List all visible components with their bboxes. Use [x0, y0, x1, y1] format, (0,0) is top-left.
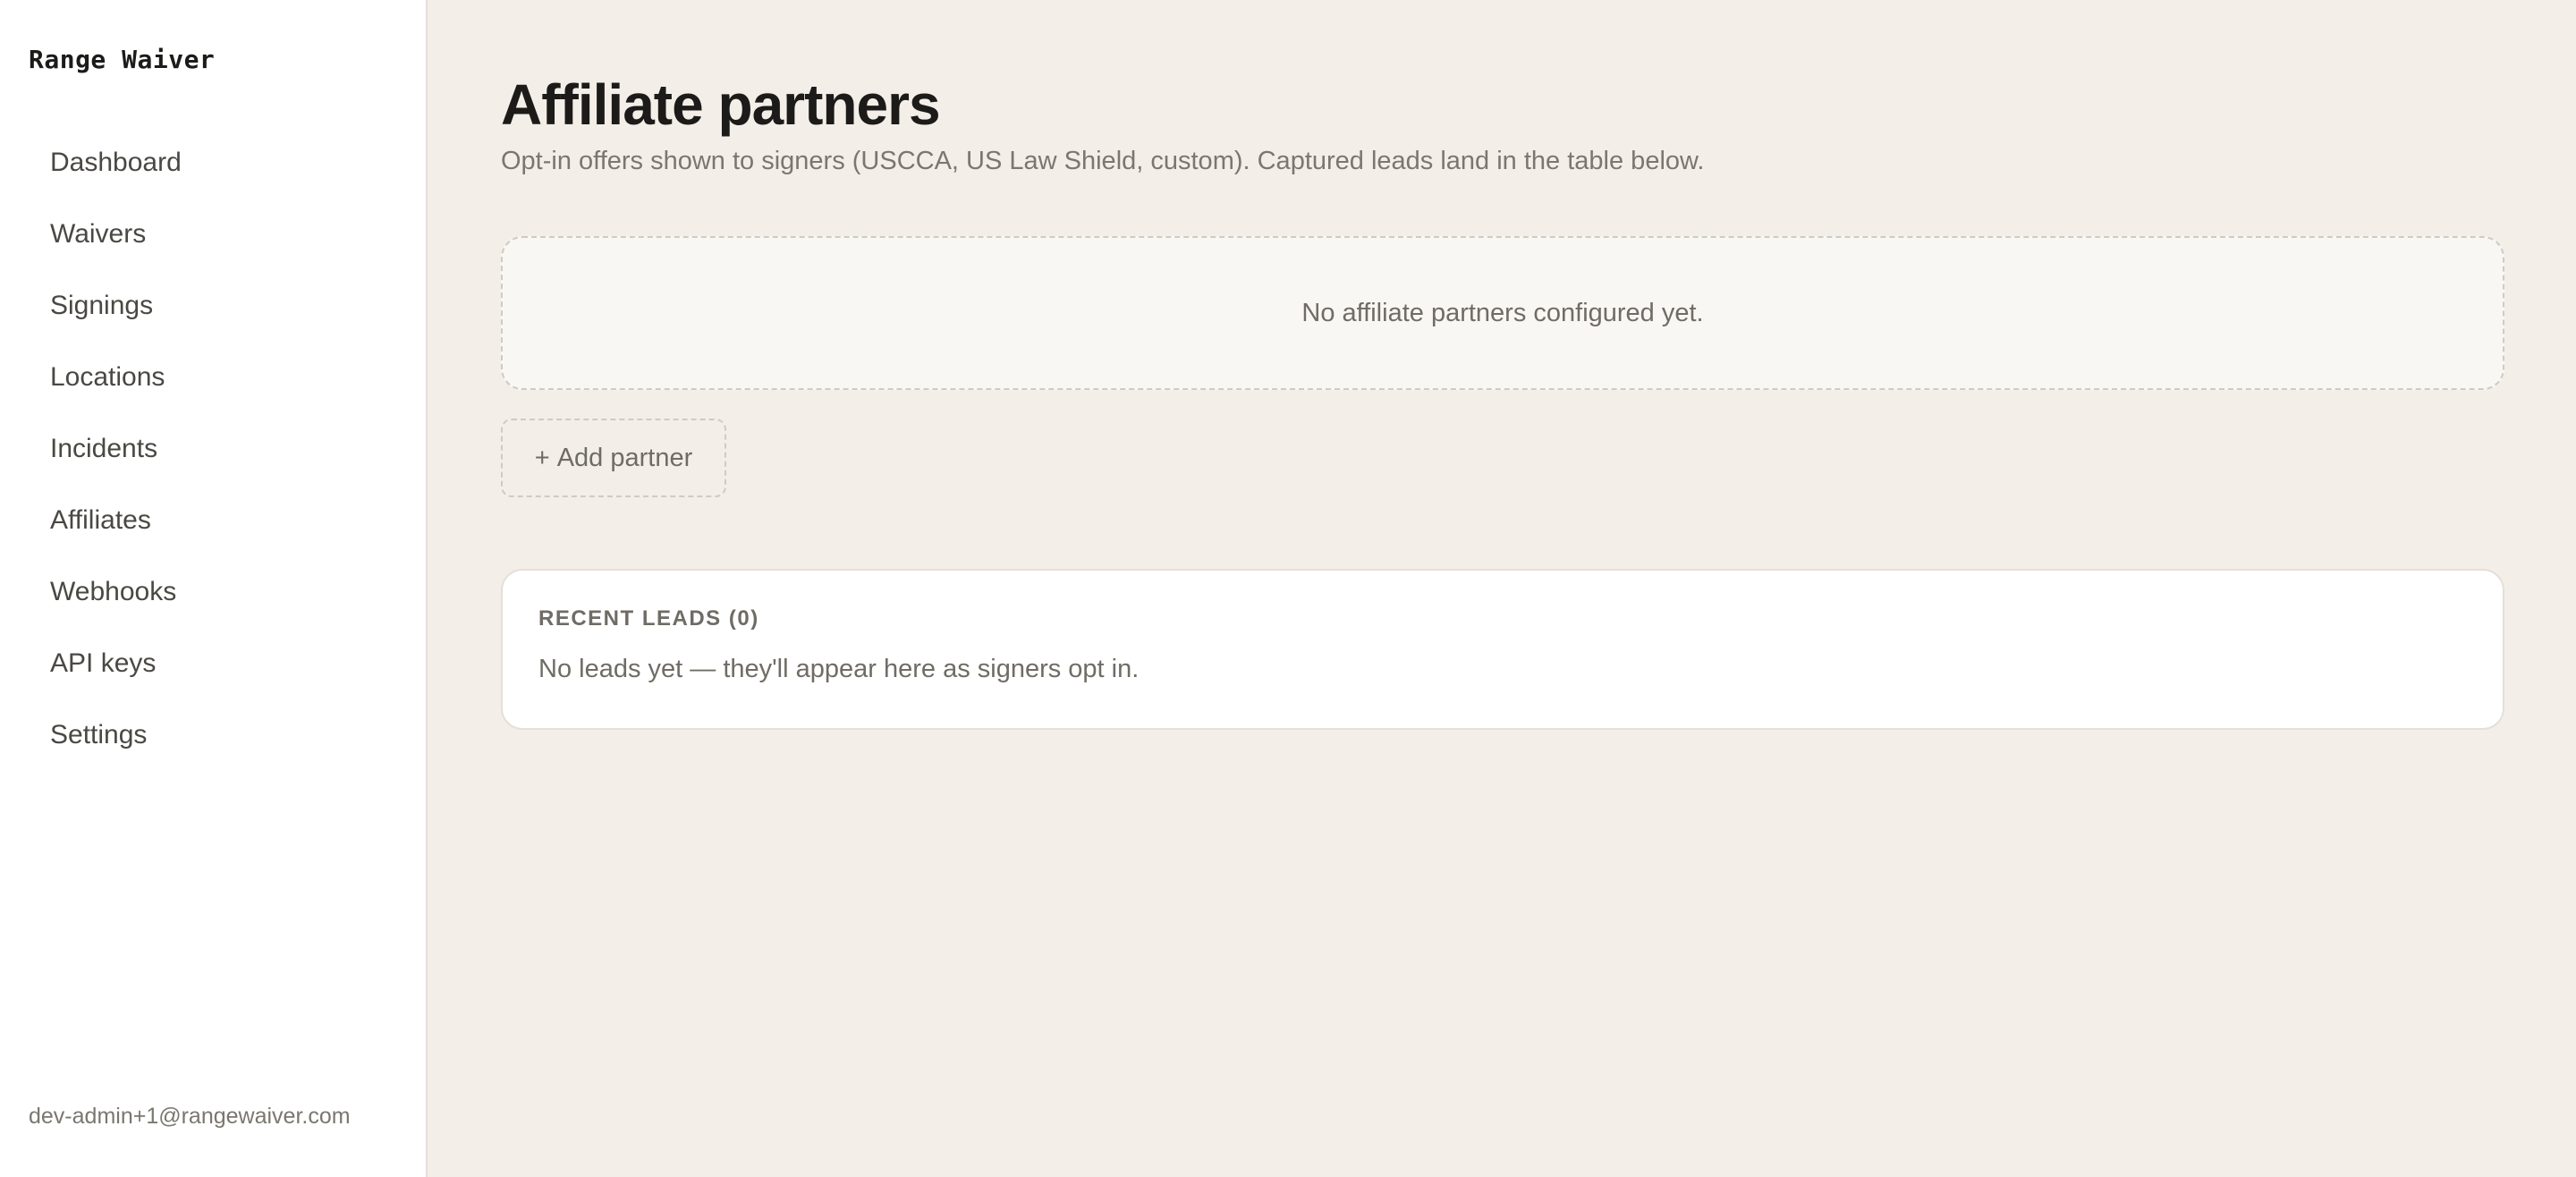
brand-logo[interactable]: Range Waiver	[29, 45, 215, 74]
user-email: dev-admin+1@rangewaiver.com	[29, 1104, 351, 1129]
sidebar: Range Waiver Dashboard Waivers Signings …	[0, 0, 428, 1177]
main-content: Affiliate partners Opt-in offers shown t…	[428, 0, 2576, 1177]
plus-icon: +	[534, 443, 550, 472]
sidebar-item-webhooks[interactable]: Webhooks	[29, 556, 399, 628]
sidebar-item-settings[interactable]: Settings	[29, 699, 399, 771]
page-title: Affiliate partners	[501, 72, 941, 137]
partners-empty-state: No affiliate partners configured yet.	[501, 236, 2504, 390]
sidebar-item-dashboard[interactable]: Dashboard	[29, 127, 399, 199]
sidebar-item-api-keys[interactable]: API keys	[29, 628, 399, 699]
sidebar-item-affiliates[interactable]: Affiliates	[29, 485, 399, 556]
page-subtitle: Opt-in offers shown to signers (USCCA, U…	[501, 147, 1705, 175]
sidebar-item-locations[interactable]: Locations	[29, 342, 399, 413]
sidebar-item-waivers[interactable]: Waivers	[29, 199, 399, 270]
recent-leads-heading: RECENT LEADS (0)	[538, 606, 759, 631]
add-partner-label: Add partner	[556, 443, 693, 472]
sidebar-item-incidents[interactable]: Incidents	[29, 413, 399, 485]
sidebar-item-signings[interactable]: Signings	[29, 270, 399, 342]
partners-empty-text: No affiliate partners configured yet.	[1301, 298, 1704, 327]
recent-leads-card: RECENT LEADS (0) No leads yet — they'll …	[501, 569, 2504, 730]
recent-leads-empty-text: No leads yet — they'll appear here as si…	[538, 655, 1140, 683]
app-root: Range Waiver Dashboard Waivers Signings …	[0, 0, 2576, 1177]
add-partner-button[interactable]: + Add partner	[501, 419, 726, 497]
sidebar-nav: Dashboard Waivers Signings Locations Inc…	[29, 127, 399, 771]
